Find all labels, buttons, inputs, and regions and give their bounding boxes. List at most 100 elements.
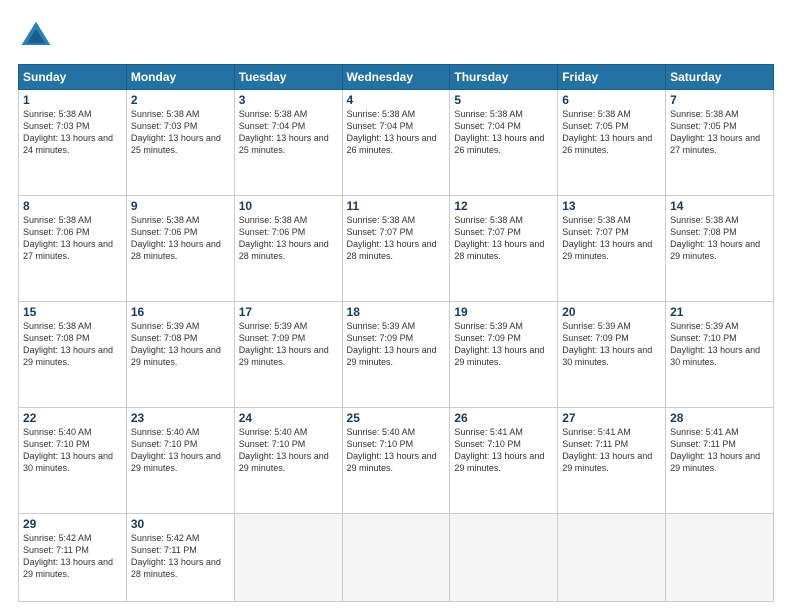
day-number: 29 [23, 517, 122, 531]
day-number: 27 [562, 411, 661, 425]
cell-info: Sunrise: 5:38 AMSunset: 7:08 PMDaylight:… [23, 321, 113, 367]
cell-info: Sunrise: 5:38 AMSunset: 7:05 PMDaylight:… [670, 109, 760, 155]
calendar-cell: 20 Sunrise: 5:39 AMSunset: 7:09 PMDaylig… [558, 302, 666, 408]
calendar-cell: 18 Sunrise: 5:39 AMSunset: 7:09 PMDaylig… [342, 302, 450, 408]
cell-info: Sunrise: 5:38 AMSunset: 7:06 PMDaylight:… [131, 215, 221, 261]
cell-info: Sunrise: 5:40 AMSunset: 7:10 PMDaylight:… [239, 427, 329, 473]
logo-icon [18, 18, 54, 54]
day-number: 18 [347, 305, 446, 319]
calendar-cell: 4 Sunrise: 5:38 AMSunset: 7:04 PMDayligh… [342, 90, 450, 196]
day-number: 26 [454, 411, 553, 425]
calendar-cell: 12 Sunrise: 5:38 AMSunset: 7:07 PMDaylig… [450, 196, 558, 302]
day-header-saturday: Saturday [666, 65, 774, 90]
calendar-week-0: 1 Sunrise: 5:38 AMSunset: 7:03 PMDayligh… [19, 90, 774, 196]
calendar-cell: 9 Sunrise: 5:38 AMSunset: 7:06 PMDayligh… [126, 196, 234, 302]
cell-info: Sunrise: 5:40 AMSunset: 7:10 PMDaylight:… [23, 427, 113, 473]
calendar-cell: 2 Sunrise: 5:38 AMSunset: 7:03 PMDayligh… [126, 90, 234, 196]
calendar-cell [558, 514, 666, 602]
calendar-cell [342, 514, 450, 602]
day-number: 7 [670, 93, 769, 107]
calendar-week-4: 29 Sunrise: 5:42 AMSunset: 7:11 PMDaylig… [19, 514, 774, 602]
calendar-cell: 13 Sunrise: 5:38 AMSunset: 7:07 PMDaylig… [558, 196, 666, 302]
calendar-week-3: 22 Sunrise: 5:40 AMSunset: 7:10 PMDaylig… [19, 408, 774, 514]
cell-info: Sunrise: 5:38 AMSunset: 7:07 PMDaylight:… [454, 215, 544, 261]
cell-info: Sunrise: 5:41 AMSunset: 7:10 PMDaylight:… [454, 427, 544, 473]
cell-info: Sunrise: 5:39 AMSunset: 7:09 PMDaylight:… [347, 321, 437, 367]
calendar-week-2: 15 Sunrise: 5:38 AMSunset: 7:08 PMDaylig… [19, 302, 774, 408]
calendar-cell: 29 Sunrise: 5:42 AMSunset: 7:11 PMDaylig… [19, 514, 127, 602]
day-header-wednesday: Wednesday [342, 65, 450, 90]
day-header-monday: Monday [126, 65, 234, 90]
cell-info: Sunrise: 5:39 AMSunset: 7:09 PMDaylight:… [454, 321, 544, 367]
calendar-cell: 30 Sunrise: 5:42 AMSunset: 7:11 PMDaylig… [126, 514, 234, 602]
cell-info: Sunrise: 5:38 AMSunset: 7:03 PMDaylight:… [131, 109, 221, 155]
cell-info: Sunrise: 5:41 AMSunset: 7:11 PMDaylight:… [670, 427, 760, 473]
calendar-cell: 15 Sunrise: 5:38 AMSunset: 7:08 PMDaylig… [19, 302, 127, 408]
day-number: 5 [454, 93, 553, 107]
calendar-cell: 26 Sunrise: 5:41 AMSunset: 7:10 PMDaylig… [450, 408, 558, 514]
day-number: 1 [23, 93, 122, 107]
day-number: 22 [23, 411, 122, 425]
calendar-cell: 3 Sunrise: 5:38 AMSunset: 7:04 PMDayligh… [234, 90, 342, 196]
cell-info: Sunrise: 5:42 AMSunset: 7:11 PMDaylight:… [131, 533, 221, 579]
calendar-cell: 28 Sunrise: 5:41 AMSunset: 7:11 PMDaylig… [666, 408, 774, 514]
calendar-cell: 21 Sunrise: 5:39 AMSunset: 7:10 PMDaylig… [666, 302, 774, 408]
cell-info: Sunrise: 5:42 AMSunset: 7:11 PMDaylight:… [23, 533, 113, 579]
calendar-cell: 17 Sunrise: 5:39 AMSunset: 7:09 PMDaylig… [234, 302, 342, 408]
cell-info: Sunrise: 5:39 AMSunset: 7:10 PMDaylight:… [670, 321, 760, 367]
cell-info: Sunrise: 5:38 AMSunset: 7:06 PMDaylight:… [23, 215, 113, 261]
cell-info: Sunrise: 5:38 AMSunset: 7:06 PMDaylight:… [239, 215, 329, 261]
day-header-tuesday: Tuesday [234, 65, 342, 90]
calendar-table: SundayMondayTuesdayWednesdayThursdayFrid… [18, 64, 774, 602]
day-number: 16 [131, 305, 230, 319]
calendar-cell: 5 Sunrise: 5:38 AMSunset: 7:04 PMDayligh… [450, 90, 558, 196]
calendar-cell: 1 Sunrise: 5:38 AMSunset: 7:03 PMDayligh… [19, 90, 127, 196]
day-number: 6 [562, 93, 661, 107]
calendar-cell [234, 514, 342, 602]
calendar-cell: 27 Sunrise: 5:41 AMSunset: 7:11 PMDaylig… [558, 408, 666, 514]
day-number: 12 [454, 199, 553, 213]
calendar-cell [666, 514, 774, 602]
calendar-cell: 22 Sunrise: 5:40 AMSunset: 7:10 PMDaylig… [19, 408, 127, 514]
day-number: 28 [670, 411, 769, 425]
calendar-week-1: 8 Sunrise: 5:38 AMSunset: 7:06 PMDayligh… [19, 196, 774, 302]
calendar-header-row: SundayMondayTuesdayWednesdayThursdayFrid… [19, 65, 774, 90]
page: SundayMondayTuesdayWednesdayThursdayFrid… [0, 0, 792, 612]
day-number: 8 [23, 199, 122, 213]
day-number: 17 [239, 305, 338, 319]
calendar-cell: 8 Sunrise: 5:38 AMSunset: 7:06 PMDayligh… [19, 196, 127, 302]
header [18, 18, 774, 54]
day-number: 14 [670, 199, 769, 213]
cell-info: Sunrise: 5:38 AMSunset: 7:04 PMDaylight:… [239, 109, 329, 155]
day-number: 3 [239, 93, 338, 107]
cell-info: Sunrise: 5:38 AMSunset: 7:07 PMDaylight:… [347, 215, 437, 261]
day-number: 20 [562, 305, 661, 319]
day-number: 11 [347, 199, 446, 213]
day-number: 15 [23, 305, 122, 319]
day-header-friday: Friday [558, 65, 666, 90]
calendar-body: 1 Sunrise: 5:38 AMSunset: 7:03 PMDayligh… [19, 90, 774, 602]
day-number: 10 [239, 199, 338, 213]
day-header-thursday: Thursday [450, 65, 558, 90]
calendar-cell: 25 Sunrise: 5:40 AMSunset: 7:10 PMDaylig… [342, 408, 450, 514]
cell-info: Sunrise: 5:38 AMSunset: 7:04 PMDaylight:… [454, 109, 544, 155]
day-header-sunday: Sunday [19, 65, 127, 90]
cell-info: Sunrise: 5:39 AMSunset: 7:09 PMDaylight:… [562, 321, 652, 367]
day-number: 23 [131, 411, 230, 425]
calendar-cell: 24 Sunrise: 5:40 AMSunset: 7:10 PMDaylig… [234, 408, 342, 514]
calendar-cell: 6 Sunrise: 5:38 AMSunset: 7:05 PMDayligh… [558, 90, 666, 196]
day-number: 21 [670, 305, 769, 319]
calendar-cell [450, 514, 558, 602]
calendar-cell: 14 Sunrise: 5:38 AMSunset: 7:08 PMDaylig… [666, 196, 774, 302]
calendar-cell: 11 Sunrise: 5:38 AMSunset: 7:07 PMDaylig… [342, 196, 450, 302]
day-number: 13 [562, 199, 661, 213]
day-number: 4 [347, 93, 446, 107]
day-number: 25 [347, 411, 446, 425]
cell-info: Sunrise: 5:40 AMSunset: 7:10 PMDaylight:… [347, 427, 437, 473]
cell-info: Sunrise: 5:38 AMSunset: 7:03 PMDaylight:… [23, 109, 113, 155]
day-number: 24 [239, 411, 338, 425]
cell-info: Sunrise: 5:40 AMSunset: 7:10 PMDaylight:… [131, 427, 221, 473]
cell-info: Sunrise: 5:38 AMSunset: 7:08 PMDaylight:… [670, 215, 760, 261]
cell-info: Sunrise: 5:39 AMSunset: 7:09 PMDaylight:… [239, 321, 329, 367]
calendar-cell: 16 Sunrise: 5:39 AMSunset: 7:08 PMDaylig… [126, 302, 234, 408]
